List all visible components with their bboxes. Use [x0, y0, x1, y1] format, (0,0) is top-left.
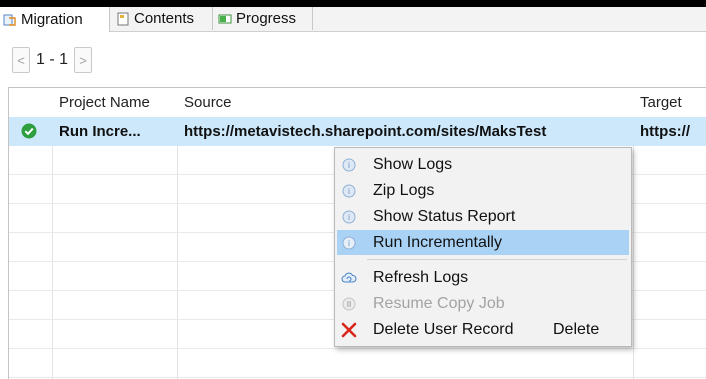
menu-separator — [367, 259, 627, 260]
tab-label: Migration — [21, 11, 83, 28]
previous-page-button[interactable]: < — [12, 47, 30, 73]
menu-item-label: Delete User Record — [373, 320, 514, 338]
tab-label: Progress — [236, 10, 297, 27]
table-row[interactable]: Run Incre... https://metavistech.sharepo… — [9, 117, 706, 146]
contents-icon — [116, 12, 130, 26]
column-header-source[interactable]: Source — [178, 88, 633, 117]
svg-text:i: i — [348, 213, 350, 222]
menu-item-run-incrementally[interactable]: i Run Incrementally — [337, 230, 629, 255]
menu-item-label: Show Logs — [373, 155, 453, 173]
menu-item-refresh-logs[interactable]: Refresh Logs — [337, 265, 629, 290]
info-circle-icon: i — [341, 235, 357, 251]
source-cell: https://metavistech.sharepoint.com/sites… — [184, 123, 547, 140]
table-header: Project Name Source Target — [9, 88, 706, 118]
menu-item-label: Refresh Logs — [373, 268, 469, 286]
menu-item-label: Zip Logs — [373, 181, 435, 199]
page-indicator: 1 - 1 — [36, 51, 69, 68]
migration-panel: Migration Contents Progress < 1 - 1 > Pr… — [0, 7, 706, 379]
svg-text:i: i — [348, 187, 350, 196]
check-circle-icon — [21, 123, 37, 139]
menu-item-show-logs[interactable]: i Show Logs — [337, 152, 629, 177]
column-header-status[interactable] — [9, 88, 52, 117]
next-page-button[interactable]: > — [74, 47, 93, 73]
context-menu: i Show Logs i Zip Logs i Show Status Rep… — [334, 147, 632, 347]
svg-text:i: i — [348, 161, 350, 170]
project-name-cell: Run Incre... — [59, 123, 141, 140]
menu-item-label: Show Status Report — [373, 207, 516, 225]
empty-row — [9, 349, 706, 378]
progress-icon — [218, 12, 232, 26]
info-circle-icon: i — [341, 157, 357, 173]
tab-label: Contents — [134, 10, 195, 27]
resume-icon — [341, 296, 357, 312]
svg-text:i: i — [348, 239, 350, 248]
menu-item-label: Resume Copy Job — [373, 294, 505, 312]
menu-item-zip-logs[interactable]: i Zip Logs — [337, 178, 629, 203]
column-header-target[interactable]: Target — [634, 88, 706, 117]
tab-contents[interactable]: Contents — [113, 7, 213, 30]
info-circle-icon: i — [341, 183, 357, 199]
migration-icon — [3, 13, 17, 27]
tab-bar: Migration Contents Progress — [0, 7, 706, 32]
menu-item-accelerator: Delete — [553, 320, 600, 338]
target-cell: https:// — [640, 123, 690, 140]
delete-x-icon — [341, 322, 357, 338]
tab-progress[interactable]: Progress — [215, 7, 313, 30]
tab-migration[interactable]: Migration — [0, 7, 110, 32]
menu-item-show-status-report[interactable]: i Show Status Report — [337, 204, 629, 229]
cloud-refresh-icon — [341, 270, 357, 286]
menu-item-label: Run Incrementally — [373, 233, 502, 251]
menu-item-resume-copy-job[interactable]: Resume Copy Job — [337, 291, 629, 316]
menu-item-delete-user-record[interactable]: Delete User Record Delete — [337, 317, 629, 342]
info-circle-icon: i — [341, 209, 357, 225]
pager: < 1 - 1 > — [12, 46, 93, 74]
column-header-project-name[interactable]: Project Name — [53, 88, 177, 117]
